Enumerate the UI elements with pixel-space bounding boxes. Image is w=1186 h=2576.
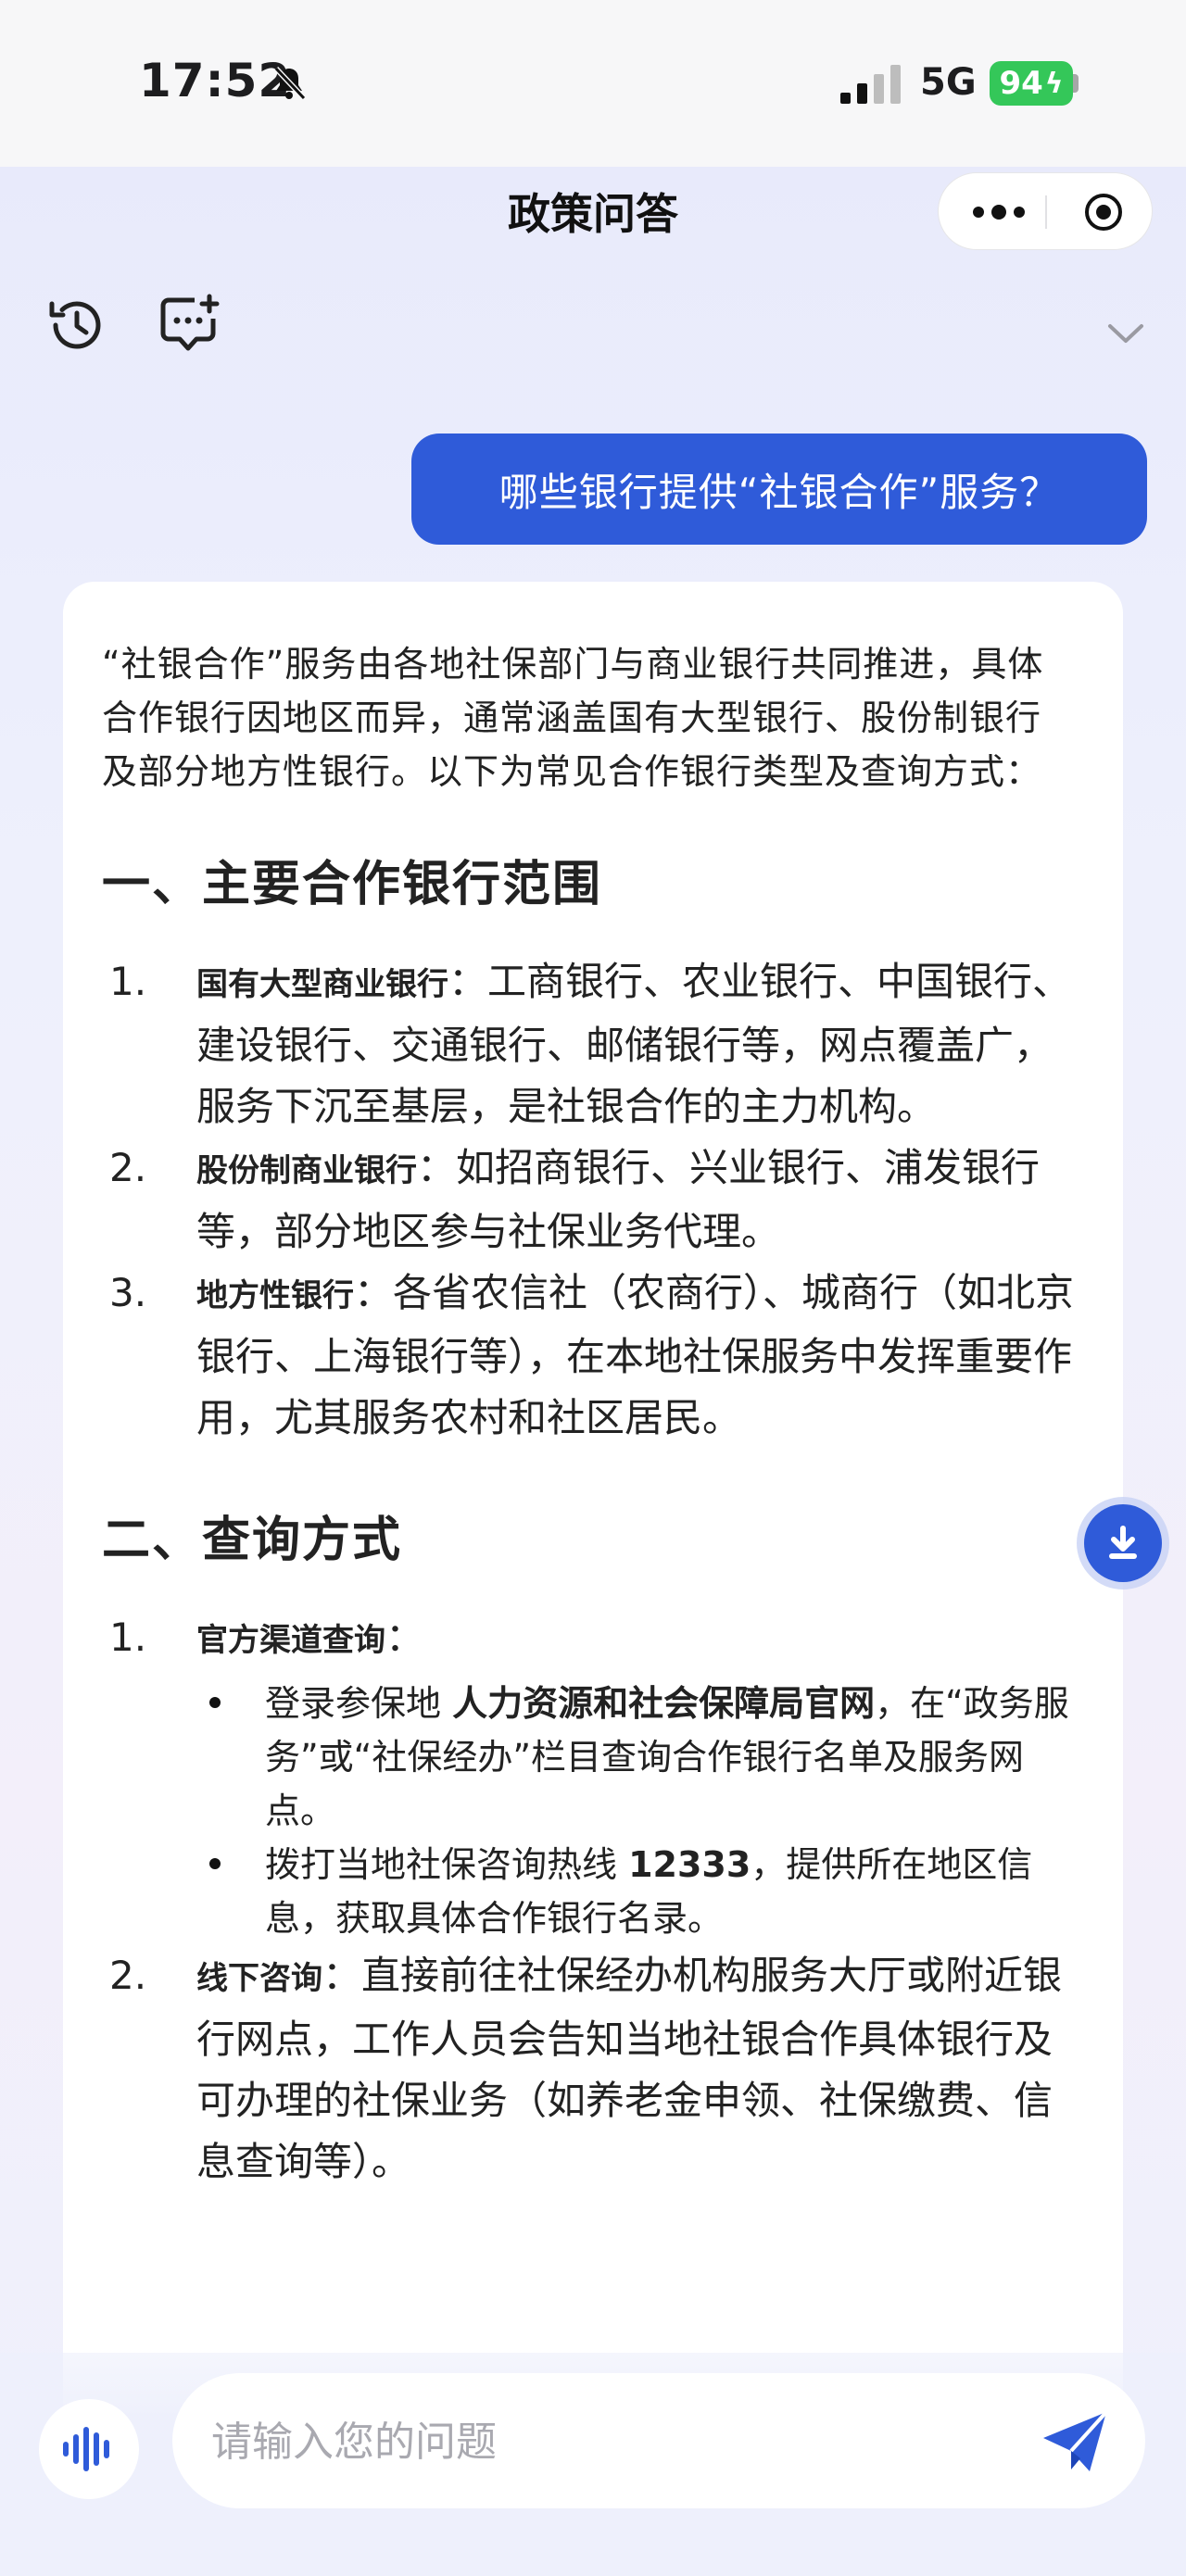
user-message-bubble: 哪些银行提供“社银合作”服务？ (411, 434, 1147, 545)
more-dot (973, 207, 984, 218)
mini-program-capsule (938, 172, 1153, 250)
list-item: 2. 线下咨询：直接前往社保经办机构服务大厅或附近银行网点，工作人员会告知当地社… (109, 1953, 1063, 2184)
sub-list: 登录参保地 人力资源和社会保障局官网，在“政务服务”或“社保经办”栏目查询合作银… (196, 1677, 1077, 1945)
more-dot (1014, 207, 1025, 218)
history-icon[interactable] (41, 289, 113, 361)
new-chat-icon[interactable] (152, 289, 224, 361)
question-input[interactable] (209, 2408, 936, 2475)
capsule-divider (1045, 195, 1047, 229)
chevron-down-icon[interactable] (1103, 315, 1149, 352)
status-bar: 17:52 5G 94 ϟ 政策问答 (0, 0, 1186, 250)
list-item: 3. 地方性银行：各省农信社（农商行）、城商行（如北京银行、上海银行等），在本地… (109, 1270, 1075, 1440)
sub-list-item: 登录参保地 人力资源和社会保障局官网，在“政务服务”或“社保经办”栏目查询合作银… (102, 1677, 1077, 1838)
signal-icon (840, 65, 901, 104)
more-dot (991, 205, 1006, 220)
query-method-list: 1. 官方渠道查询： 登录参保地 人力资源和社会保障局官网，在“政务服务”或“社… (102, 1607, 1077, 2193)
close-target-icon[interactable] (1083, 192, 1124, 232)
battery-tip (1073, 74, 1079, 93)
list-item: 1. 官方渠道查询： 登录参保地 人力资源和社会保障局官网，在“政务服务”或“社… (102, 1607, 1077, 1945)
question-input-box (172, 2373, 1145, 2508)
bullet-dot (209, 1858, 221, 1869)
battery-indicator: 94 ϟ (990, 61, 1073, 106)
send-icon[interactable] (1038, 2406, 1112, 2477)
voice-wave-icon (63, 2427, 109, 2471)
section-heading: 一、主要合作银行范围 (102, 857, 603, 912)
sub-list-item: 拨打当地社保咨询热线 12333，提供所在地区信息，获取具体合作银行名录。 (102, 1838, 1077, 1945)
list-item: 1. 国有大型商业银行：工商银行、农业银行、中国银行、建设银行、交通银行、邮储银… (109, 959, 1072, 1129)
answer-intro: “社银合作”服务由各地社保部门与商业银行共同推进，具体合作银行因地区而异，通常涵… (102, 644, 1044, 792)
bell-muted-icon (273, 66, 307, 101)
voice-input-button[interactable] (39, 2399, 139, 2499)
answer-card: “社银合作”服务由各地社保部门与商业银行共同推进，具体合作银行因地区而异，通常涵… (63, 582, 1123, 2481)
more-button[interactable] (966, 192, 1031, 232)
battery-level: 94 (999, 65, 1043, 102)
download-icon (1109, 1526, 1137, 1559)
network-type: 5G (920, 61, 977, 104)
bank-range-list: 1. 国有大型商业银行：工商银行、农业银行、中国银行、建设银行、交通银行、邮储银… (102, 951, 1077, 1449)
section-heading: 二、查询方式 (102, 1513, 403, 1568)
download-button[interactable] (1084, 1504, 1162, 1582)
list-item: 2. 股份制商业银行：如招商银行、兴业银行、浦发银行等，部分地区参与社保业务代理… (109, 1145, 1041, 1254)
bullet-dot (209, 1697, 221, 1708)
charging-icon: ϟ (1044, 67, 1064, 100)
